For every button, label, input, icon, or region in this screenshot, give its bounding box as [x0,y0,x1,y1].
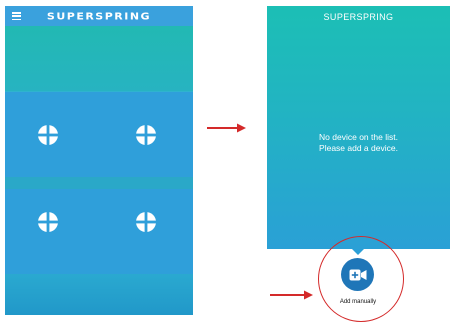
app-title: SUPERSPRING [46,10,152,23]
add-circle-icon[interactable] [37,211,59,233]
empty-state-message: No device on the list. Please add a devi… [267,132,450,154]
left-screen: SUPERSPRING [5,6,193,315]
empty-message-line: Please add a device. [319,143,398,153]
bottom-band [5,274,193,315]
right-arrow-icon [270,290,313,300]
empty-message-line: No device on the list. [319,132,398,142]
divider-band [5,177,193,189]
add-circle-icon[interactable] [37,124,59,146]
add-circle-icon[interactable] [135,124,157,146]
app-title: SUPERSPRING [323,12,394,22]
top-band [5,26,193,91]
right-arrow-icon [207,123,246,133]
highlight-ring [318,236,404,322]
right-screen: SUPERSPRING No device on the list. Pleas… [267,6,450,249]
add-circle-icon[interactable] [135,211,157,233]
app-header: SUPERSPRING [5,6,193,26]
